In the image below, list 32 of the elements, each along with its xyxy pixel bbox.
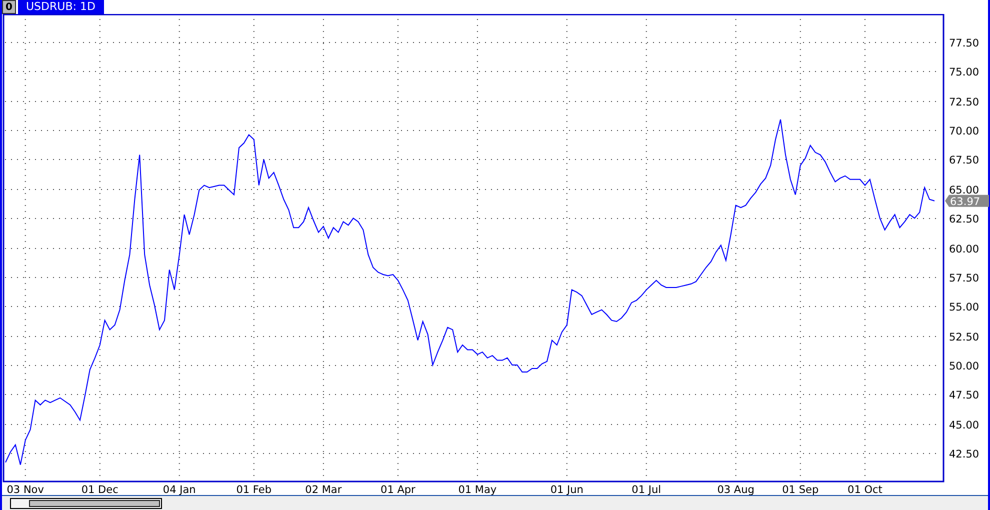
axis-label: 75.00 — [949, 66, 980, 78]
axis-label: 01 Jun — [550, 484, 584, 495]
axis-label: 55.00 — [949, 302, 980, 314]
axis-label: 01 Oct — [848, 484, 882, 495]
axis-label: 42.50 — [949, 448, 980, 460]
axis-label: 50.00 — [949, 360, 980, 372]
axis-label: 01 Sep — [782, 484, 819, 495]
axis-label: 01 May — [458, 484, 497, 495]
axis-label: 01 Apr — [380, 484, 416, 495]
axis-label: 62.50 — [949, 214, 980, 226]
axis-label: 67.50 — [949, 154, 980, 166]
axis-label: 01 Jul — [632, 484, 662, 495]
axis-label: 47.50 — [949, 390, 980, 402]
axis-label: 52.50 — [949, 332, 980, 344]
scrollbar-thumb[interactable] — [10, 498, 162, 509]
axis-label: 01 Dec — [81, 484, 118, 495]
axis-label: 02 Mar — [305, 484, 342, 495]
axis-label: 65.00 — [949, 184, 980, 196]
axis-label: 01 Feb — [236, 484, 272, 495]
axis-label: 03 Nov — [6, 484, 44, 495]
axis-label: 72.50 — [949, 96, 980, 108]
price-tag: 63.97 — [945, 194, 989, 208]
axis-label: 60.00 — [949, 244, 980, 256]
axis-label: 04 Jan — [162, 484, 196, 495]
window-menu-button[interactable]: 0 — [2, 0, 16, 14]
axis-label: 70.00 — [949, 126, 980, 138]
axis-label: 77.50 — [949, 38, 980, 50]
axis-label: 45.00 — [949, 420, 980, 432]
axis-label: 03 Aug — [717, 484, 754, 495]
horizontal-scrollbar[interactable] — [2, 495, 988, 510]
axis-label: 57.50 — [949, 272, 980, 284]
chart-tab[interactable]: USDRUB: 1D — [18, 0, 104, 14]
